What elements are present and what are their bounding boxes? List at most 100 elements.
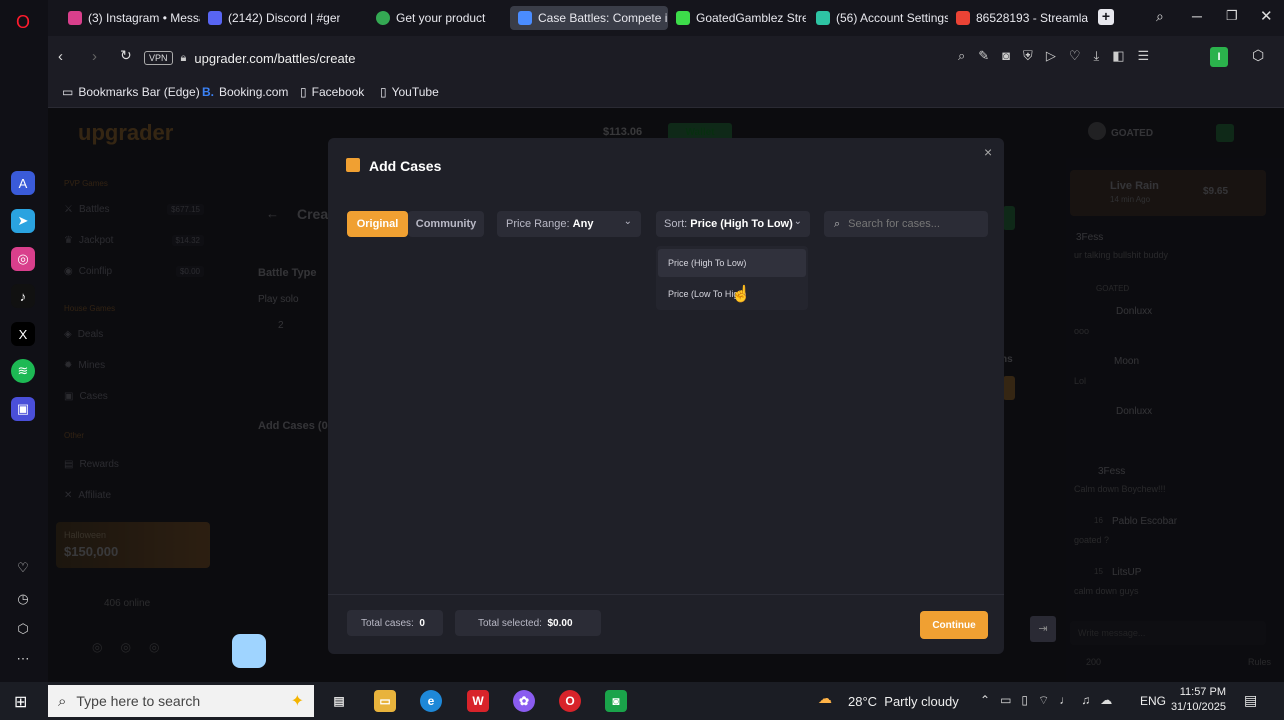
- heart-icon[interactable]: ♡: [11, 556, 35, 580]
- volume-icon[interactable]: ♫: [1081, 693, 1090, 708]
- page-content: upgrader $113.06 Wallet GOATED PVP Games…: [48, 108, 1284, 682]
- tab-original[interactable]: Original: [347, 211, 408, 237]
- x-icon[interactable]: X: [11, 322, 35, 346]
- menu-icon[interactable]: ☰: [1138, 48, 1150, 64]
- edit-icon[interactable]: ✎: [978, 48, 989, 64]
- weather-icon: ☁: [818, 690, 832, 706]
- footer-divider: [328, 594, 1004, 595]
- chevron-down-icon: ⌄: [623, 216, 632, 227]
- url-text: upgrader.com/battles/create: [194, 50, 356, 66]
- bookmark-youtube[interactable]: ▯ YouTube: [380, 85, 439, 99]
- new-tab-button[interactable]: +: [1098, 9, 1114, 25]
- forward-button[interactable]: ›: [92, 48, 97, 65]
- tab-case-battles[interactable]: Case Battles: Compete in: [510, 6, 668, 30]
- bookmark-edge[interactable]: ▭ Bookmarks Bar (Edge): [62, 85, 200, 99]
- language-indicator[interactable]: ENG: [1140, 694, 1166, 708]
- cube-icon[interactable]: ⬡: [11, 617, 35, 641]
- booking-icon: B.: [202, 85, 214, 99]
- minimize-button[interactable]: ─: [1192, 8, 1202, 24]
- aria-icon[interactable]: A: [11, 171, 35, 195]
- total-selected: Total selected: $0.00: [455, 610, 601, 636]
- search-cases-input[interactable]: ⌕ Search for cases...: [824, 211, 988, 237]
- camera-icon[interactable]: ◙: [1002, 48, 1010, 64]
- tab-discord[interactable]: (2142) Discord | #gene: [200, 6, 340, 30]
- back-button[interactable]: ‹: [58, 48, 63, 65]
- more-icon[interactable]: ⋯: [11, 647, 35, 671]
- page-icon: ▯: [300, 85, 307, 99]
- sidebar-toggle-icon[interactable]: ◧: [1112, 48, 1124, 64]
- clock-date[interactable]: 31/10/2025: [1168, 701, 1226, 713]
- tab-community[interactable]: Community: [408, 211, 484, 237]
- chrome-tab-icon: [376, 11, 390, 25]
- cloud-icon[interactable]: ☁: [1100, 693, 1112, 708]
- support-chat-button[interactable]: [232, 634, 266, 668]
- tab-streamlabs[interactable]: 86528193 - Streamlab: [948, 6, 1088, 30]
- tab-get-product[interactable]: Get your product: [368, 6, 508, 30]
- zoom-icon[interactable]: ⌕: [958, 48, 965, 64]
- cursor-hand-icon: ☝: [731, 286, 751, 303]
- folder-icon: ▭: [62, 85, 74, 99]
- modal-title: Add Cases: [369, 158, 442, 174]
- heart-icon[interactable]: ♡: [1069, 48, 1081, 64]
- wps-icon[interactable]: W: [467, 690, 489, 712]
- network-icon[interactable]: ⌔: [1038, 693, 1049, 708]
- notification-icon[interactable]: ▤: [1244, 692, 1257, 709]
- shield-icon[interactable]: ⛨: [1023, 48, 1033, 64]
- toolbar-icons: ⌕ ✎ ◙ ⛨ ▷ ♡ ⤓ ◧ ☰: [958, 48, 1149, 64]
- tab-goated-stream[interactable]: GoatedGamblez Strea: [668, 6, 806, 30]
- tab-bar: (3) Instagram • Messa (2142) Discord | #…: [48, 0, 1284, 36]
- edge-icon[interactable]: e: [420, 690, 442, 712]
- search-icon: ⌕: [834, 217, 841, 230]
- telegram-icon[interactable]: ➤: [11, 209, 35, 233]
- sort-option-high-low[interactable]: Price (High To Low): [658, 249, 806, 277]
- battery-icon[interactable]: ▭: [1000, 693, 1011, 708]
- continue-button[interactable]: Continue: [920, 611, 988, 639]
- profile-avatar[interactable]: I: [1210, 47, 1228, 67]
- opera-logo-icon[interactable]: O: [11, 10, 35, 34]
- close-window-button[interactable]: ✕: [1260, 7, 1273, 25]
- bookmark-facebook[interactable]: ▯ Facebook: [300, 85, 364, 99]
- vpn-badge[interactable]: VPN: [144, 51, 173, 65]
- play-icon[interactable]: ▷: [1046, 48, 1056, 64]
- bookmark-booking[interactable]: B. Booking.com: [202, 85, 288, 99]
- copilot-icon[interactable]: ✿: [513, 690, 535, 712]
- tiktok-icon[interactable]: ♪: [11, 284, 35, 308]
- app-taskbar-icon[interactable]: ◙: [605, 690, 627, 712]
- reload-button[interactable]: ↻: [120, 47, 132, 64]
- chevron-up-icon[interactable]: ⌃: [980, 693, 990, 708]
- kick-tab-icon: [676, 11, 690, 25]
- restore-button[interactable]: ❐: [1226, 8, 1238, 24]
- taskbar-search[interactable]: ⌕ Type here to search ✦: [48, 685, 314, 717]
- file-explorer-icon[interactable]: ▭: [374, 690, 396, 712]
- tab-account-settings[interactable]: (56) Account Settings: [808, 6, 948, 30]
- opera-sidebar: O A ➤ ◎ ♪ X ≋ ▣ ♡ ◷ ⬡ ⋯: [0, 0, 48, 682]
- mic-icon[interactable]: ♩: [1059, 693, 1071, 708]
- modal-close-button[interactable]: ×: [984, 144, 992, 160]
- display-icon[interactable]: ▯: [1021, 693, 1028, 708]
- player-icon[interactable]: ▣: [11, 397, 35, 421]
- search-tabs-icon[interactable]: ⌕: [1156, 8, 1164, 25]
- case-box-icon: [346, 158, 360, 172]
- spotify-icon[interactable]: ≋: [11, 359, 35, 383]
- add-cases-modal: Add Cases × Original Community Price Ran…: [328, 138, 1004, 654]
- sort-select[interactable]: Sort: Price (High To Low) ⌄: [656, 211, 810, 237]
- tab-instagram[interactable]: (3) Instagram • Messa: [60, 6, 200, 30]
- sparkle-icon: ✦: [290, 693, 304, 710]
- extensions-icon[interactable]: ⬡: [1252, 47, 1264, 64]
- price-range-select[interactable]: Price Range: Any ⌄: [497, 211, 641, 237]
- tray-icons: ⌃ ▭ ▯ ⌔ ♩ ♫ ☁: [980, 693, 1112, 708]
- task-view-icon[interactable]: ▤: [328, 690, 350, 712]
- download-icon[interactable]: ⤓: [1093, 48, 1099, 64]
- chevron-down-icon: ⌄: [793, 216, 802, 227]
- history-icon[interactable]: ◷: [11, 587, 35, 611]
- opera-taskbar-icon[interactable]: O: [559, 690, 581, 712]
- instagram-icon[interactable]: ◎: [11, 247, 35, 271]
- lock-icon: 🔒︎: [180, 51, 187, 64]
- search-icon: ⌕: [58, 692, 67, 710]
- windows-start-icon[interactable]: ⊞: [14, 692, 27, 712]
- settings-tab-icon: [816, 11, 830, 25]
- clock-time[interactable]: 11:57 PM: [1178, 686, 1226, 698]
- weather-text[interactable]: 28°C Partly cloudy: [848, 694, 959, 709]
- collapse-chat-button[interactable]: ⇥: [1030, 616, 1056, 642]
- windows-taskbar: ⊞ ⌕ Type here to search ✦ ▤ ▭ e W ✿ O ◙ …: [0, 682, 1284, 720]
